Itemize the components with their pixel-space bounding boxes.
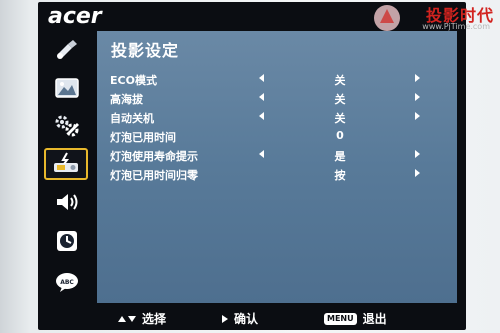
image-icon bbox=[55, 78, 79, 98]
setting-label: 灯泡使用寿命提示 bbox=[110, 150, 198, 163]
settings-icon bbox=[55, 115, 79, 137]
arrow-right-icon[interactable] bbox=[415, 169, 420, 177]
setting-label: 灯泡已用时间归零 bbox=[110, 169, 198, 182]
arrow-right-icon[interactable] bbox=[415, 112, 420, 120]
arrow-left-icon[interactable] bbox=[259, 93, 264, 101]
setting-value: 关 bbox=[334, 93, 346, 106]
rail-item-image[interactable] bbox=[48, 73, 86, 103]
hint-select: 选择 bbox=[118, 310, 166, 327]
rail-item-color-management[interactable] bbox=[48, 35, 86, 65]
rail-item-timer[interactable] bbox=[48, 226, 86, 256]
projector-osd-menu: acer ABC 投影设定 ECO模式 关 高海拔 关 自动关机 关 灯泡已用时… bbox=[38, 2, 466, 330]
watermark: 投影时代 www.PjTime.com bbox=[372, 2, 500, 36]
rail-item-language[interactable]: ABC bbox=[48, 267, 86, 297]
arrow-left-icon[interactable] bbox=[259, 74, 264, 82]
watermark-logo-icon bbox=[374, 5, 400, 31]
timer-icon bbox=[57, 231, 77, 251]
setting-row-lamp-life-reminder[interactable]: 灯泡使用寿命提示 是 bbox=[97, 145, 457, 164]
svg-text:ABC: ABC bbox=[60, 279, 74, 286]
key-hints-bar: 选择 确认 MENU 退出 bbox=[38, 305, 466, 330]
setting-row-auto-shutdown[interactable]: 自动关机 关 bbox=[97, 107, 457, 126]
arrow-left-icon[interactable] bbox=[259, 150, 264, 158]
arrow-right-icon[interactable] bbox=[415, 74, 420, 82]
hint-confirm-label: 确认 bbox=[234, 312, 259, 326]
audio-icon bbox=[57, 194, 78, 210]
settings-panel: 投影设定 ECO模式 关 高海拔 关 自动关机 关 灯泡已用时间 0 灯泡使用寿… bbox=[97, 31, 457, 303]
setting-row-eco-mode[interactable]: ECO模式 关 bbox=[97, 69, 457, 88]
setting-value: 0 bbox=[336, 129, 344, 142]
setting-value: 是 bbox=[334, 150, 346, 163]
setting-row-lamp-hours: 灯泡已用时间 0 bbox=[97, 126, 457, 145]
watermark-url: www.PjTime.com bbox=[422, 22, 490, 31]
arrow-right-icon[interactable] bbox=[415, 150, 420, 158]
rail-item-audio[interactable] bbox=[48, 187, 86, 217]
menu-rail: ABC bbox=[38, 31, 96, 303]
page-title: 投影设定 bbox=[111, 41, 180, 60]
setting-label: 自动关机 bbox=[110, 112, 154, 125]
projection-management-icon bbox=[54, 152, 78, 172]
hint-select-label: 选择 bbox=[142, 312, 167, 326]
setting-label: ECO模式 bbox=[110, 74, 157, 87]
setting-row-lamp-hours-reset[interactable]: 灯泡已用时间归零 按 bbox=[97, 164, 457, 183]
setting-value: 关 bbox=[334, 74, 346, 87]
setting-row-high-altitude[interactable]: 高海拔 关 bbox=[97, 88, 457, 107]
setting-label: 高海拔 bbox=[110, 93, 143, 106]
up-down-arrows-icon bbox=[118, 315, 136, 322]
setting-label: 灯泡已用时间 bbox=[110, 131, 176, 144]
arrow-right-icon[interactable] bbox=[415, 93, 420, 101]
rail-item-settings[interactable] bbox=[48, 111, 86, 141]
color-management-icon bbox=[57, 40, 77, 59]
arrow-left-icon[interactable] bbox=[259, 112, 264, 120]
language-icon: ABC bbox=[56, 273, 78, 292]
hint-confirm: 确认 bbox=[222, 310, 258, 327]
hint-exit-label: 退出 bbox=[362, 312, 387, 326]
hint-exit: MENU 退出 bbox=[324, 310, 387, 327]
menu-key-icon: MENU bbox=[324, 312, 357, 325]
setting-value: 关 bbox=[334, 112, 346, 125]
acer-logo: acer bbox=[48, 4, 102, 29]
arrow-right-icon bbox=[222, 314, 228, 323]
setting-value: 按 bbox=[334, 169, 346, 182]
rail-item-projection-management[interactable] bbox=[44, 148, 88, 180]
